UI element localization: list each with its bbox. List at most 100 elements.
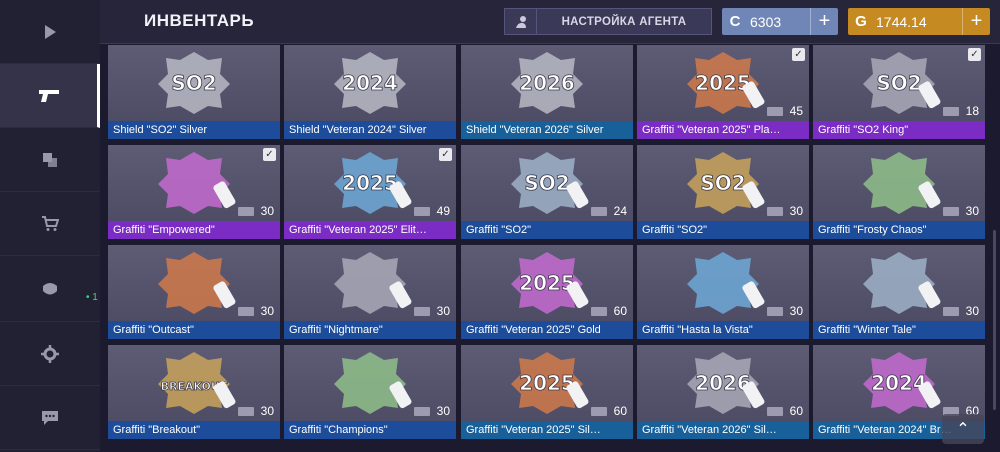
equipped-check-icon: ✓: [968, 48, 981, 61]
graffiti-art: 2025: [461, 245, 633, 321]
inventory-item-card[interactable]: 30 Graffiti "Nightmare": [284, 245, 456, 339]
inventory-item-card[interactable]: BREAKOUT 30 Graffiti "Breakout": [108, 345, 280, 439]
graffiti-art: [284, 345, 456, 421]
inventory-item-card[interactable]: 30 Graffiti "Winter Tale": [813, 245, 985, 339]
item-quantity: 30: [260, 304, 274, 318]
spray-count-icon: [238, 407, 254, 416]
sidebar-item-play[interactable]: [0, 0, 100, 64]
gold-amount: 1744.14: [876, 13, 927, 30]
item-name: Graffiti "Empowered": [108, 221, 280, 239]
shield-badge-art: 2024: [284, 45, 456, 121]
inventory-item-card[interactable]: 30 Graffiti "Outcast": [108, 245, 280, 339]
spray-count-icon: [943, 107, 959, 116]
inventory-item-card[interactable]: SO2 24 Graffiti "SO2": [461, 145, 633, 239]
item-name: Graffiti "Champions": [284, 421, 456, 439]
add-silver-button[interactable]: +: [810, 8, 838, 35]
gear-icon: [41, 344, 59, 363]
graffiti-art: [813, 145, 985, 221]
spray-count-icon: [767, 107, 783, 116]
graffiti-art: 2025: [461, 345, 633, 421]
item-quantity: 18: [965, 104, 979, 118]
inventory-item-card[interactable]: 30 Graffiti "Hasta la Vista": [637, 245, 809, 339]
inventory-item-card[interactable]: 2026 Shield "Veteran 2026" Silver: [461, 45, 633, 139]
add-gold-button[interactable]: +: [962, 8, 990, 35]
top-bar: ИНВЕНТАРЬ НАСТРОЙКА АГЕНТА C 6303 + G 17…: [100, 0, 1000, 44]
item-quantity: 30: [965, 304, 979, 318]
inventory-item-card[interactable]: 30 Graffiti "Champions": [284, 345, 456, 439]
pistol-icon: [38, 89, 59, 102]
sidebar-item-cases[interactable]: [0, 128, 100, 192]
silver-amount: 6303: [750, 13, 782, 30]
cases-icon: [43, 152, 57, 167]
item-name: Graffiti "SO2": [461, 221, 633, 239]
svg-text:SO2: SO2: [524, 171, 569, 195]
inventory-grid: SO2 Shield "SO2" Silver 2024 Shield "Vetera…: [108, 45, 992, 452]
sidebar-item-settings[interactable]: [0, 322, 100, 386]
chat-icon: [42, 410, 58, 425]
graffiti-art: SO2: [461, 145, 633, 221]
sidebar-item-shop[interactable]: [0, 192, 100, 256]
graffiti-art: [284, 245, 456, 321]
graffiti-art: 2025: [284, 145, 456, 221]
gold-coin-icon: G: [855, 13, 867, 30]
equipped-check-icon: ✓: [792, 48, 805, 61]
notification-count: • 1: [86, 292, 98, 303]
spray-count-icon: [767, 407, 783, 416]
item-name: Graffiti "Veteran 2026" Sil…: [637, 421, 809, 439]
graffiti-art: [637, 245, 809, 321]
sidebar: • 1: [0, 0, 100, 452]
item-quantity: 30: [789, 304, 803, 318]
equipped-check-icon: ✓: [439, 148, 452, 161]
inventory-item-card[interactable]: SO2 30 Graffiti "SO2": [637, 145, 809, 239]
shield-badge-art: SO2: [108, 45, 280, 121]
spray-count-icon: [943, 207, 959, 216]
spray-count-icon: [414, 407, 430, 416]
item-quantity: 45: [789, 104, 803, 118]
inventory-item-card[interactable]: 30 Graffiti "Frosty Chaos": [813, 145, 985, 239]
svg-text:SO2: SO2: [876, 71, 921, 95]
inventory-item-card[interactable]: SO2 Shield "SO2" Silver: [108, 45, 280, 139]
item-quantity: 60: [789, 404, 803, 418]
svg-text:SO2: SO2: [700, 171, 745, 195]
agent-icon: [505, 9, 537, 34]
spray-count-icon: [767, 307, 783, 316]
spray-count-icon: [414, 207, 430, 216]
svg-text:2025: 2025: [342, 171, 398, 195]
inventory-item-card[interactable]: 2025 45 ✓ Graffiti "Veteran 2025" Pla…: [637, 45, 809, 139]
sidebar-item-chat[interactable]: [0, 386, 100, 450]
scroll-up-button[interactable]: ⌃: [942, 414, 984, 444]
scrollbar[interactable]: [993, 230, 996, 410]
inventory-item-card[interactable]: 30 ✓ Graffiti "Empowered": [108, 145, 280, 239]
item-quantity: 30: [436, 304, 450, 318]
silver-coin-icon: C: [729, 13, 741, 30]
svg-text:2024: 2024: [871, 371, 927, 395]
inventory-item-card[interactable]: SO2 18 ✓ Graffiti "SO2 King": [813, 45, 985, 139]
item-name: Graffiti "Nightmare": [284, 321, 456, 339]
spray-count-icon: [591, 307, 607, 316]
page-title: ИНВЕНТАРЬ: [144, 11, 255, 30]
inventory-item-card[interactable]: 2026 60 Graffiti "Veteran 2026" Sil…: [637, 345, 809, 439]
item-quantity: 30: [260, 404, 274, 418]
play-icon: [45, 24, 56, 39]
inventory-item-card[interactable]: 2024 Shield "Veteran 2024" Silver: [284, 45, 456, 139]
graffiti-art: 2026: [637, 345, 809, 421]
item-quantity: 30: [260, 204, 274, 218]
item-name: Shield "Veteran 2024" Silver: [284, 121, 456, 139]
graffiti-art: SO2: [637, 145, 809, 221]
item-name: Graffiti "Veteran 2025" Sil…: [461, 421, 633, 439]
agent-settings-button[interactable]: НАСТРОЙКА АГЕНТА: [504, 8, 712, 35]
inventory-item-card[interactable]: 2025 60 Graffiti "Veteran 2025" Gold: [461, 245, 633, 339]
sidebar-item-inventory[interactable]: [0, 64, 100, 128]
svg-text:2025: 2025: [695, 71, 751, 95]
svg-text:SO2: SO2: [171, 71, 216, 95]
item-quantity: 60: [613, 404, 627, 418]
svg-text:2025: 2025: [519, 371, 575, 395]
sidebar-item-clan[interactable]: • 1: [0, 256, 100, 322]
inventory-item-card[interactable]: 2025 49 ✓ Graffiti "Veteran 2025" Elit…: [284, 145, 456, 239]
svg-text:2025: 2025: [519, 271, 575, 295]
item-quantity: 24: [613, 204, 627, 218]
svg-text:2026: 2026: [695, 371, 751, 395]
spray-count-icon: [591, 407, 607, 416]
svg-text:2024: 2024: [342, 71, 398, 95]
inventory-item-card[interactable]: 2025 60 Graffiti "Veteran 2025" Sil…: [461, 345, 633, 439]
